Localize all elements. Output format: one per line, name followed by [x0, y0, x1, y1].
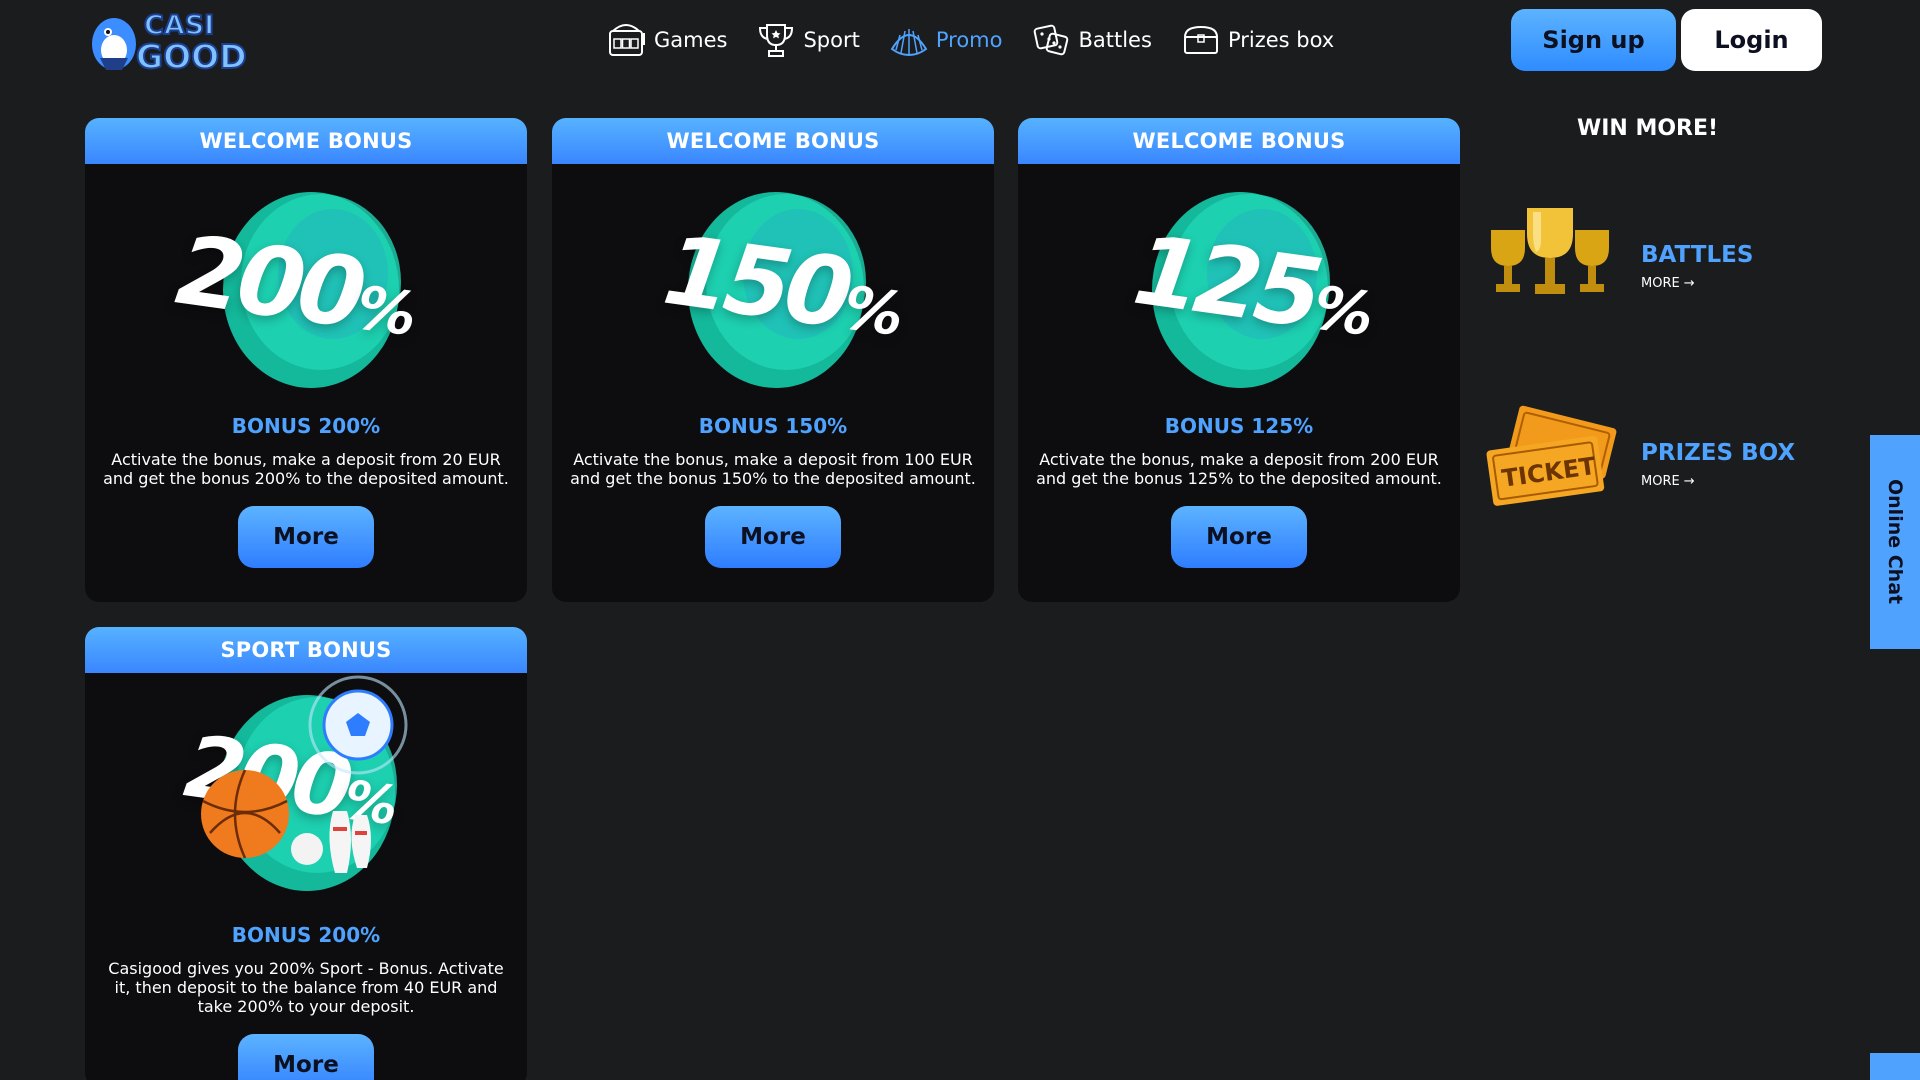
prizes-box-more-label: MORE: [1641, 474, 1680, 489]
battles-link[interactable]: BATTLES MORE →: [1481, 200, 1821, 320]
card-description: Casigood gives you 200% Sport - Bonus. A…: [108, 959, 504, 1016]
bonus-card: WELCOME BONUS 150% BONUS 150% Activate t…: [552, 118, 994, 602]
card-description: Activate the bonus, make a deposit from …: [1036, 450, 1442, 488]
card-title: BONUS 125%: [1164, 414, 1314, 438]
dice-icon: [1034, 24, 1069, 56]
card-title: BONUS 200%: [231, 414, 381, 438]
nav-sport-label: Sport: [803, 28, 860, 52]
shell-icon: [890, 29, 928, 57]
nav-battles[interactable]: Battles: [1030, 18, 1152, 62]
chat-tab-secondary[interactable]: [1870, 1053, 1920, 1080]
main-nav: Games Sport Promo Battles Prizes box: [606, 18, 1334, 62]
sports-balls-icon: [201, 675, 408, 873]
nav-battles-label: Battles: [1078, 28, 1152, 52]
prizes-box-more-link[interactable]: MORE →: [1641, 474, 1695, 489]
card-header: WELCOME BONUS: [1018, 118, 1460, 164]
prizes-box-title: PRIZES BOX: [1641, 440, 1796, 466]
bonus-art-suffix: %: [1309, 273, 1378, 351]
treasure-chest-icon: [1183, 25, 1218, 54]
win-more-title: WIN MORE!: [1576, 116, 1719, 141]
more-button[interactable]: More: [238, 1034, 374, 1080]
online-chat-label: Online Chat: [1884, 479, 1906, 605]
trophy-icon: [759, 24, 794, 57]
more-button[interactable]: More: [238, 506, 374, 568]
bonus-art: 125%: [1018, 164, 1460, 414]
card-header: WELCOME BONUS: [552, 118, 994, 164]
card-header: SPORT BONUS: [85, 627, 527, 673]
nav-prizes-box[interactable]: Prizes box: [1180, 18, 1334, 62]
nav-promo[interactable]: Promo: [888, 18, 1003, 62]
card-title: BONUS 150%: [698, 414, 848, 438]
bonus-art: 150%: [552, 164, 994, 414]
online-chat-tab[interactable]: Online Chat: [1870, 435, 1920, 649]
site-header: CASI GOOD Games Sport Promo Battles Priz…: [0, 0, 1920, 80]
nav-prizes-box-label: Prizes box: [1227, 28, 1335, 52]
bonus-art-suffix: %: [839, 273, 908, 351]
trophies-icon: [1481, 200, 1621, 320]
card-description: Activate the bonus, make a deposit from …: [103, 450, 509, 488]
card-description: Activate the bonus, make a deposit from …: [570, 450, 976, 488]
nav-games-label: Games: [654, 28, 728, 52]
card-header: WELCOME BONUS: [85, 118, 527, 164]
nav-games[interactable]: Games: [606, 18, 727, 62]
more-button[interactable]: More: [1171, 506, 1307, 568]
tickets-icon: TICKET: [1481, 398, 1621, 518]
login-button[interactable]: Login: [1681, 9, 1822, 71]
nav-sport[interactable]: Sport: [755, 18, 860, 62]
signup-button[interactable]: Sign up: [1511, 9, 1676, 71]
arrow-right-icon: →: [1683, 276, 1695, 291]
sport-bonus-art: 200%: [85, 673, 527, 923]
sport-bonus-card: SPORT BONUS 200% BONUS 200% Casigood giv…: [85, 627, 527, 1080]
arrow-right-icon: →: [1683, 474, 1695, 489]
nav-promo-label: Promo: [935, 28, 1003, 52]
bonus-art: 200%: [85, 164, 527, 414]
battles-more-link[interactable]: MORE →: [1641, 276, 1695, 291]
card-title: BONUS 200%: [231, 923, 381, 947]
logo-mascot-icon: CASI GOOD: [92, 9, 248, 77]
more-button[interactable]: More: [705, 506, 841, 568]
battles-title: BATTLES: [1641, 242, 1754, 268]
bonus-art-suffix: %: [352, 273, 421, 351]
svg-text:GOOD: GOOD: [136, 37, 247, 74]
bonus-card: WELCOME BONUS 200% BONUS 200% Activate t…: [85, 118, 527, 602]
casigood-logo[interactable]: CASI GOOD: [84, 4, 264, 77]
battles-more-label: MORE: [1641, 276, 1680, 291]
bonus-card: WELCOME BONUS 125% BONUS 125% Activate t…: [1018, 118, 1460, 602]
slot-machine-icon: [609, 24, 645, 56]
prizes-box-link[interactable]: TICKET PRIZES BOX MORE →: [1481, 398, 1821, 518]
